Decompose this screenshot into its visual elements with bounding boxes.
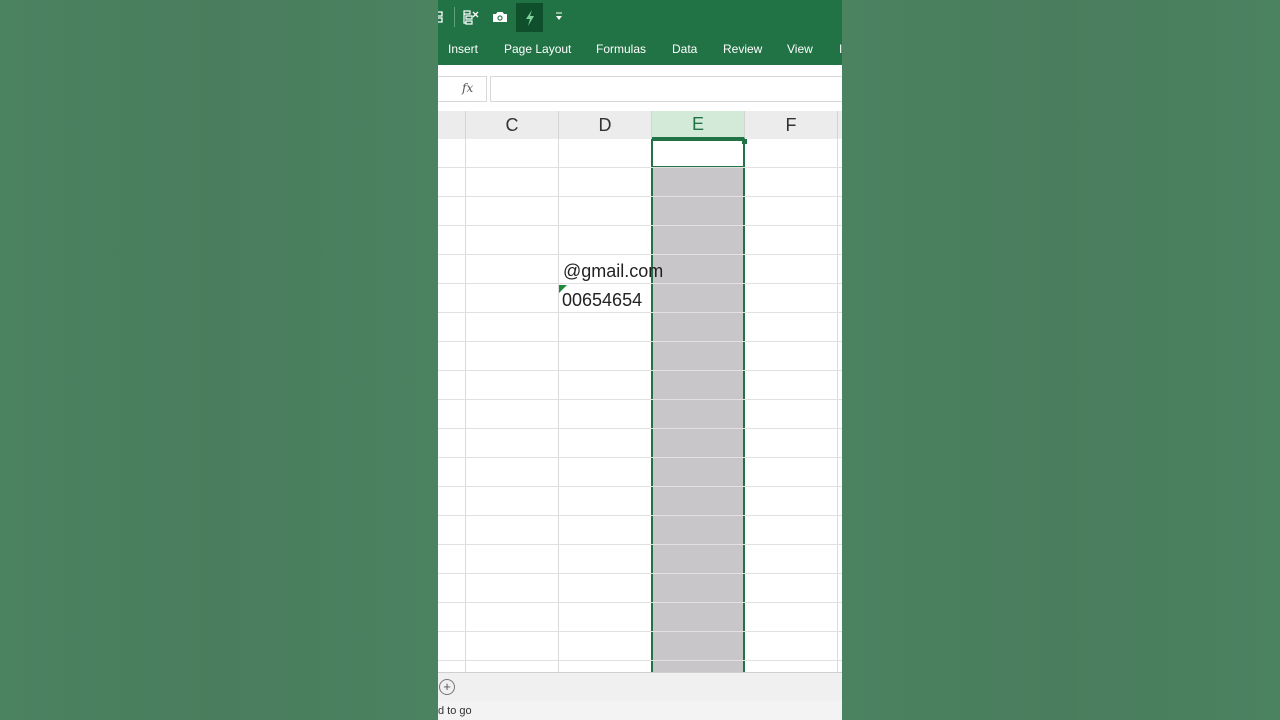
ribbon-tabs: Insert Page Layout Formulas Data Review … (438, 35, 842, 65)
column-header-d[interactable]: D (559, 111, 652, 139)
column-header-e[interactable]: E (652, 111, 745, 139)
gridline (438, 515, 842, 516)
gridline (438, 486, 842, 487)
cell-d4[interactable]: @gmail.com (563, 261, 663, 282)
gridline (438, 370, 842, 371)
cell-d5[interactable]: 00654654 (562, 290, 642, 311)
gridline (438, 167, 842, 168)
gridline (438, 428, 842, 429)
status-text: d to go (438, 705, 472, 717)
formula-input[interactable] (490, 76, 842, 102)
gridline (558, 139, 559, 672)
gridline (438, 631, 842, 632)
gridline (438, 457, 842, 458)
toolbar-separator (454, 7, 455, 27)
tab-page-layout[interactable]: Page Layout (504, 42, 571, 56)
selected-column-e[interactable] (651, 139, 745, 672)
fx-icon[interactable]: fx (462, 81, 473, 95)
gridline (837, 139, 838, 672)
tab-review[interactable]: Review (723, 42, 762, 56)
partial-icon[interactable] (438, 5, 452, 29)
gridline (438, 660, 842, 661)
quick-access-toolbar (438, 0, 842, 35)
remove-duplicates-icon[interactable] (459, 5, 483, 29)
background-left (0, 0, 438, 720)
sheet-tab-bar: + (438, 672, 842, 701)
tab-formulas[interactable]: Formulas (596, 42, 646, 56)
gridline (438, 399, 842, 400)
gridline (438, 544, 842, 545)
gridline (438, 225, 842, 226)
gridline (465, 139, 466, 672)
gridline (438, 283, 842, 284)
column-headers: C D E F (438, 111, 842, 140)
gridline (438, 573, 842, 574)
gridline (438, 196, 842, 197)
insert-function-box[interactable]: fx (438, 76, 487, 102)
column-header-c[interactable]: C (466, 111, 559, 139)
camera-icon[interactable] (488, 5, 512, 29)
flash-fill-icon[interactable] (516, 3, 543, 32)
customize-qat-icon[interactable] (547, 5, 571, 29)
tab-data[interactable]: Data (672, 42, 697, 56)
fill-handle[interactable] (742, 139, 747, 144)
formula-bar: fx (438, 65, 842, 112)
worksheet-grid[interactable]: @gmail.com 00654654 (438, 139, 842, 672)
tab-view[interactable]: View (787, 42, 813, 56)
background-right (842, 0, 1280, 720)
active-cell-e1[interactable] (651, 139, 745, 168)
add-sheet-icon[interactable]: + (439, 679, 455, 695)
tab-insert[interactable]: Insert (448, 42, 478, 56)
gridline (438, 602, 842, 603)
column-header-f[interactable]: F (745, 111, 838, 139)
gridline (438, 341, 842, 342)
excel-window: Insert Page Layout Formulas Data Review … (438, 0, 842, 720)
tab-partial[interactable]: I (839, 42, 842, 56)
column-header-partial[interactable] (438, 111, 466, 139)
gridline (438, 312, 842, 313)
gridline (438, 254, 842, 255)
status-bar: d to go (438, 701, 842, 720)
